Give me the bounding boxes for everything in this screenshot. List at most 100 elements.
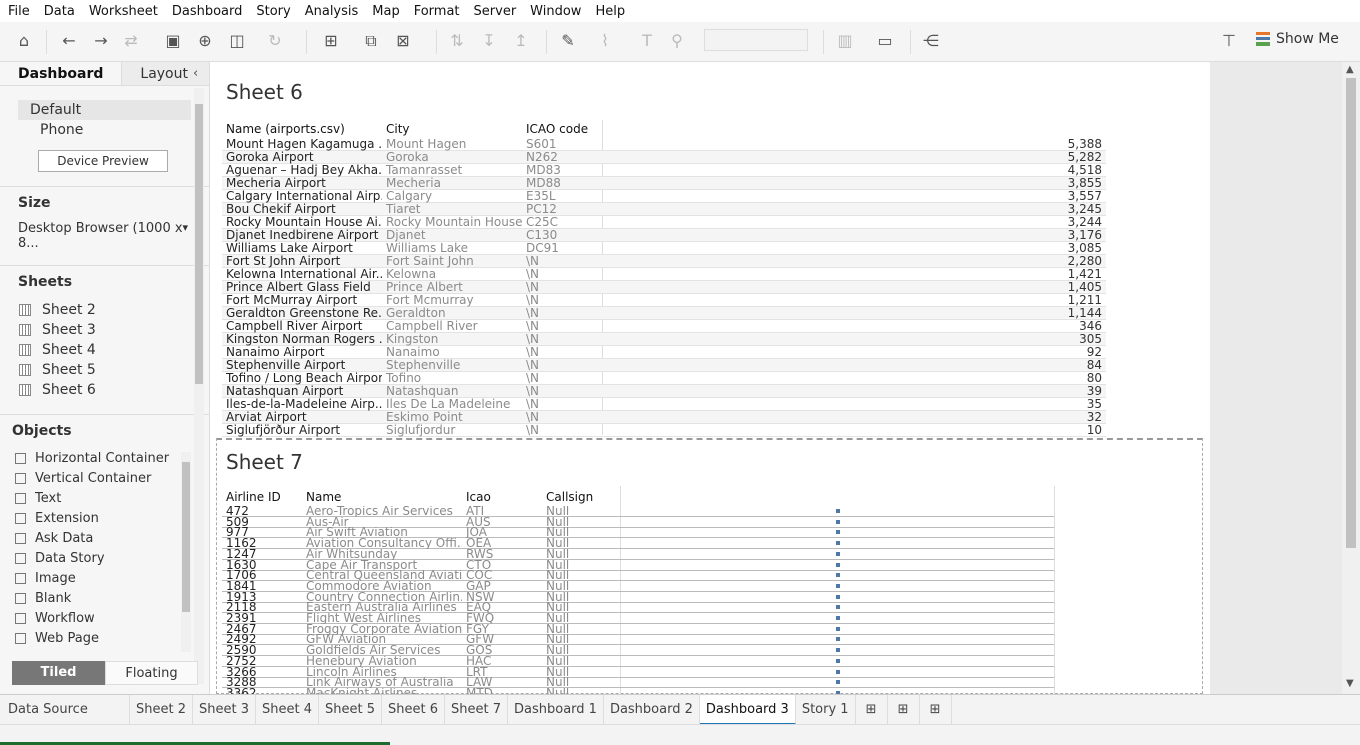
sheet7-header[interactable]: Callsign	[546, 490, 593, 504]
sheet-list-item[interactable]: Sheet 6	[0, 380, 209, 400]
new-worksheet-tab-icon[interactable]: ⊞	[856, 694, 888, 725]
fit-combo[interactable]	[704, 29, 808, 51]
table-row[interactable]: 2590 Goldfields Air Services GOS Null	[222, 645, 1054, 657]
sheet-tab-sheet-5[interactable]: Sheet 5	[319, 694, 382, 725]
clear-sheet-icon[interactable]: ⊠	[392, 30, 414, 52]
table-row[interactable]: 1162 Aviation Consultancy Offi.. OEA Null	[222, 538, 1054, 550]
table-row[interactable]: Arviat Airport Eskimo Point \N 32	[222, 411, 1106, 424]
sheet-tab-sheet-4[interactable]: Sheet 4	[256, 694, 319, 725]
object-item[interactable]: Vertical Container	[0, 469, 209, 489]
object-item[interactable]: Workflow	[0, 609, 209, 629]
table-row[interactable]: 472 Aero-Tropics Air Services ATI Null	[222, 506, 1054, 517]
fit-icon[interactable]: ▥	[834, 30, 856, 52]
table-row[interactable]: 2118 Eastern Australia Airlines EAQ Null	[222, 602, 1054, 614]
new-worksheet-icon[interactable]: ⊞	[320, 30, 342, 52]
replay-icon[interactable]: ⇄	[120, 30, 142, 52]
object-item[interactable]: Extension	[0, 509, 209, 529]
tab-dashboard[interactable]: Dashboard	[0, 62, 122, 85]
canvas-scrollbar[interactable]: ▲ ▼	[1342, 62, 1360, 694]
table-row[interactable]: Djanet Inedbirene Airport Djanet C130 3,176	[222, 229, 1106, 242]
table-row[interactable]: Rocky Mountain House Ai.. Rocky Mountain …	[222, 216, 1106, 229]
home-icon[interactable]: ⌂	[13, 30, 35, 52]
sheet-tab-sheet-7[interactable]: Sheet 7	[445, 694, 508, 725]
menu-story[interactable]: Story	[249, 4, 297, 19]
sheet-tab-story-1[interactable]: Story 1	[796, 694, 856, 725]
menu-worksheet[interactable]: Worksheet	[82, 4, 165, 19]
table-row[interactable]: 1706 Central Queensland Aviati.. COC Null	[222, 570, 1054, 582]
sheet-tab-dashboard-2[interactable]: Dashboard 2	[604, 694, 700, 725]
sheet-list-item[interactable]: Sheet 3	[0, 320, 209, 340]
table-row[interactable]: Calgary International Airp.. Calgary E35L 3…	[222, 190, 1106, 203]
menu-dashboard[interactable]: Dashboard	[165, 4, 250, 19]
sheet6-header[interactable]: Name (airports.csv)	[226, 122, 345, 136]
table-row[interactable]: Goroka Airport Goroka N262 5,282	[222, 151, 1106, 164]
undo-icon[interactable]: ←	[58, 30, 80, 52]
sort-asc-icon[interactable]: ↧	[478, 30, 500, 52]
table-row[interactable]: 2467 Froggy Corporate Aviation FGY Null	[222, 624, 1054, 635]
sheet7-table[interactable]: Airline ID Name Icao Callsign 472 Aero-Tropic…	[222, 486, 1056, 694]
table-row[interactable]: Nanaimo Airport Nanaimo \N 92	[222, 346, 1106, 359]
left-scrollbar[interactable]	[194, 88, 204, 684]
menu-file[interactable]: File	[0, 4, 37, 19]
table-row[interactable]: 2752 Henebury Aviation HAC Null	[222, 656, 1054, 667]
presentation-icon[interactable]: ▭	[874, 30, 896, 52]
label-icon[interactable]: T	[636, 30, 658, 52]
table-row[interactable]: Mecheria Airport Mecheria MD88 3,855	[222, 177, 1106, 190]
menu-help[interactable]: Help	[588, 4, 632, 19]
menu-window[interactable]: Window	[523, 4, 588, 19]
redo-icon[interactable]: →	[90, 30, 112, 52]
sheet-tab-dashboard-1[interactable]: Dashboard 1	[508, 694, 604, 725]
table-row[interactable]: Campbell River Airport Campbell River \N 34…	[222, 320, 1106, 333]
table-row[interactable]: Fort McMurray Airport Fort Mcmurray \N 1,21…	[222, 294, 1106, 307]
table-row[interactable]: 1630 Cape Air Transport CTO Null	[222, 560, 1054, 571]
table-row[interactable]: 2391 Flight West Airlines FWQ Null	[222, 613, 1054, 624]
device-default[interactable]: Default	[18, 100, 191, 120]
table-row[interactable]: 509 Aus-Air AUS Null	[222, 517, 1054, 528]
new-dashboard-tab-icon[interactable]: ⊞	[888, 694, 920, 725]
objects-scrollbar[interactable]	[181, 452, 191, 652]
swap-icon[interactable]: ⇅	[446, 30, 468, 52]
table-row[interactable]: 1841 Commodore Aviation GAP Null	[222, 581, 1054, 592]
menu-map[interactable]: Map	[365, 4, 406, 19]
show-me-button[interactable]: Show Me	[1256, 31, 1339, 47]
device-preview-button[interactable]: Device Preview	[38, 150, 168, 172]
menu-server[interactable]: Server	[467, 4, 524, 19]
table-row[interactable]: Îles-de-la-Madeleine Airp.. Iles De La Ma…	[222, 398, 1106, 411]
table-row[interactable]: Kingston Norman Rogers .. Kingston \N 305	[222, 333, 1106, 346]
sheet7-header[interactable]: Airline ID	[226, 490, 281, 504]
sheet6-header[interactable]: ICAO code	[526, 122, 588, 136]
sheet-list-item[interactable]: Sheet 4	[0, 340, 209, 360]
table-row[interactable]: 1913 Country Connection Airlin.. NSW Null	[222, 592, 1054, 603]
share-icon[interactable]: ⋲	[920, 30, 942, 52]
save-icon[interactable]: ▣	[162, 30, 184, 52]
new-datasource-icon[interactable]: ⊕	[194, 30, 216, 52]
object-item[interactable]: Blank	[0, 589, 209, 609]
new-story-tab-icon[interactable]: ⊞	[920, 694, 952, 725]
object-item[interactable]: Data Story	[0, 549, 209, 569]
sheet6-table[interactable]: Name (airports.csv) City ICAO code Mount Ha…	[222, 120, 1108, 437]
sheet7-header[interactable]: Name	[306, 490, 341, 504]
object-item[interactable]: Web Page	[0, 629, 209, 649]
floating-button[interactable]: Floating	[105, 661, 198, 685]
object-item[interactable]: Horizontal Container	[0, 449, 209, 469]
sheet-tab-sheet-2[interactable]: Sheet 2	[130, 694, 193, 725]
sheet-list-item[interactable]: Sheet 5	[0, 360, 209, 380]
sheet-tab-sheet-3[interactable]: Sheet 3	[193, 694, 256, 725]
refresh-icon[interactable]: ↻	[264, 30, 286, 52]
highlight-icon[interactable]: ✎	[557, 30, 579, 52]
tiled-button[interactable]: Tiled	[12, 661, 105, 685]
sheet-tab-data-source[interactable]: Data Source	[0, 694, 130, 725]
table-row[interactable]: Williams Lake Airport Williams Lake DC91 3,…	[222, 242, 1106, 255]
table-row[interactable]: Bou Chekif Airport Tiaret PC12 3,245	[222, 203, 1106, 216]
group-icon[interactable]: ⌇	[594, 30, 616, 52]
table-row[interactable]: Stephenville Airport Stephenville \N 84	[222, 359, 1106, 372]
table-row[interactable]: Mount Hagen Kagamuga .. Mount Hagen S601 5,…	[222, 138, 1106, 151]
table-row[interactable]: Siglufjörður Airport Siglufjordur \N 10	[222, 424, 1106, 437]
menu-format[interactable]: Format	[407, 4, 467, 19]
menu-data[interactable]: Data	[37, 4, 82, 19]
table-row[interactable]: Aguenar – Hadj Bey Akha.. Tamanrasset MD83…	[222, 164, 1106, 177]
table-row[interactable]: Tofino / Long Beach Airport Tofino \N 80	[222, 372, 1106, 385]
pause-updates-icon[interactable]: ◫	[226, 30, 248, 52]
sheet6-header[interactable]: City	[386, 122, 410, 136]
table-row[interactable]: Kelowna International Air.. Kelowna \N 1,42…	[222, 268, 1106, 281]
